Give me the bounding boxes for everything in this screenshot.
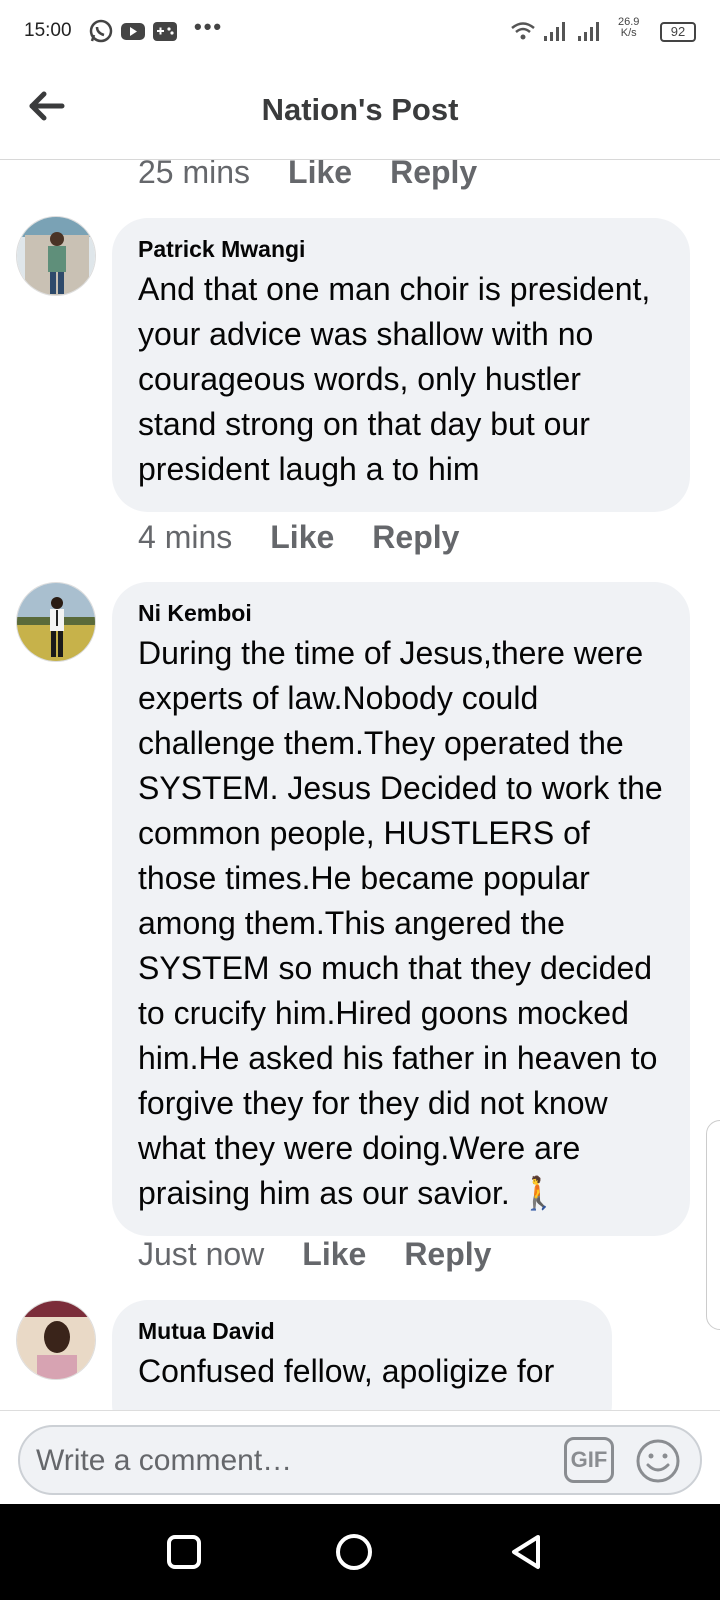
scroll-handle[interactable] [706, 1120, 720, 1330]
square-icon[interactable] [164, 1532, 204, 1572]
comment-author[interactable]: Patrick Mwangi [138, 236, 664, 263]
comments-list: 25 mins Like Reply Patrick Mwangi And th… [0, 160, 720, 1410]
comment-composer: GIF [18, 1425, 702, 1495]
more-notifications-icon: ••• [194, 14, 224, 39]
reply-button[interactable]: Reply [390, 160, 477, 191]
avatar-photo [17, 1301, 95, 1379]
reply-button[interactable]: Reply [372, 519, 459, 556]
comment-text: And that one man choir is president, you… [138, 271, 651, 487]
smiley-icon[interactable] [634, 1437, 682, 1485]
comment-author[interactable]: Mutua David [138, 1318, 586, 1345]
comment-time: 4 mins [138, 518, 233, 555]
circle-icon[interactable] [334, 1532, 374, 1572]
network-speed-unit: K/s [620, 27, 637, 39]
triangle-back-icon[interactable] [506, 1532, 546, 1572]
comment-composer-bar: GIF [0, 1410, 720, 1504]
whatsapp-icon [89, 19, 113, 43]
system-navigation-bar [0, 1504, 720, 1600]
gif-button[interactable]: GIF [564, 1437, 614, 1483]
avatar-photo [17, 583, 95, 661]
comment-bubble: Ni Kemboi During the time of Jesus,there… [112, 582, 690, 1236]
reply-button[interactable]: Reply [404, 1236, 491, 1273]
like-button[interactable]: Like [302, 1236, 366, 1273]
comment-text: During the time of Jesus,there were expe… [138, 635, 663, 1211]
comment-time: 25 mins [138, 160, 251, 190]
game-controller-icon [153, 22, 177, 41]
comment-time: Just now [138, 1235, 265, 1272]
signal-icon-2 [578, 22, 599, 41]
avatar[interactable] [16, 216, 96, 296]
avatar[interactable] [16, 582, 96, 662]
status-time: 15:00 [24, 20, 72, 41]
like-button[interactable]: Like [288, 160, 352, 191]
like-button[interactable]: Like [270, 519, 334, 556]
avatar-photo [17, 217, 95, 295]
comment-meta-row: Just now Like Reply [138, 1234, 529, 1274]
wifi-icon [511, 22, 535, 40]
page-title: Nation's Post [261, 92, 459, 127]
battery-indicator: 92 [660, 22, 696, 42]
signal-icon-1 [544, 22, 565, 41]
status-bar: 15:00 ••• 26.9 K/s 92 [0, 0, 720, 64]
comment-author[interactable]: Ni Kemboi [138, 600, 664, 627]
comment-meta-row: 25 mins Like Reply [138, 160, 515, 192]
comment-meta-row: 4 mins Like Reply [138, 517, 497, 557]
comment-bubble: Mutua David Confused fellow, apoligize f… [112, 1300, 612, 1410]
comment-bubble: Patrick Mwangi And that one man choir is… [112, 218, 690, 512]
comment-input[interactable] [36, 1437, 536, 1485]
network-speed: 26.9 K/s [618, 17, 639, 39]
youtube-icon [121, 23, 145, 40]
app-header: Nation's Post [0, 64, 720, 160]
comment-text: Confused fellow, apoligize for [138, 1353, 555, 1389]
avatar[interactable] [16, 1300, 96, 1380]
